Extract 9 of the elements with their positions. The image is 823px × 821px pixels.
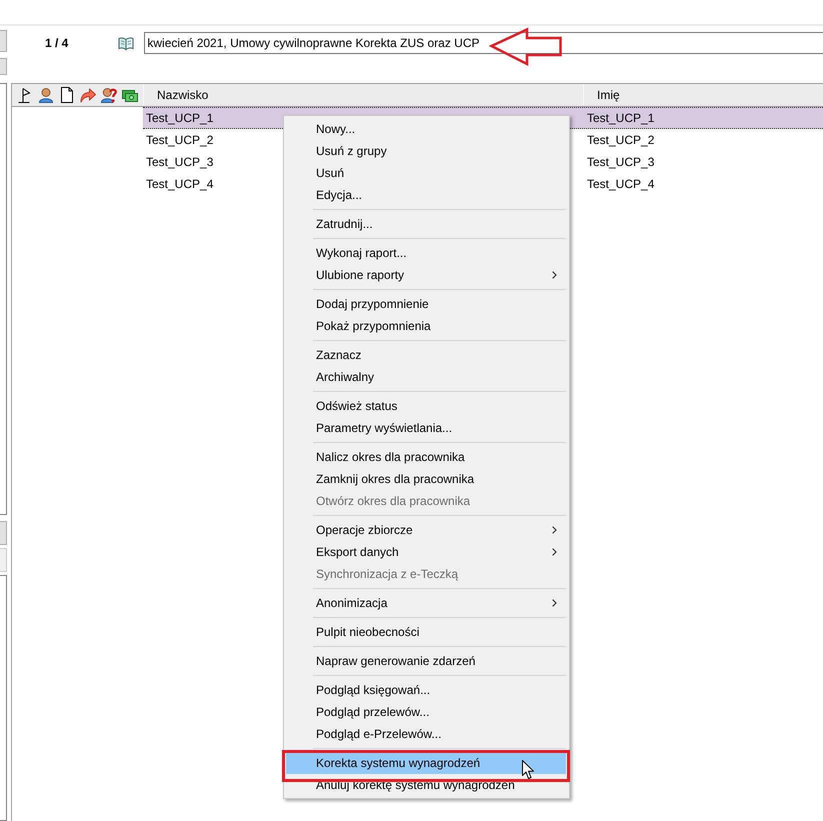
- record-counter: 1 / 4: [45, 35, 68, 52]
- table-cell-text: Test_UCP_4: [146, 176, 214, 193]
- table-cell-text: Test_UCP_3: [146, 154, 214, 171]
- table-cell-text: Test_UCP_3: [587, 154, 654, 171]
- table-cell-text: Test_UCP_1: [587, 110, 654, 127]
- table-cell-text: Test_UCP_4: [587, 176, 654, 193]
- table-cell-text: Test_UCP_2: [146, 132, 214, 149]
- table-cell-text: Test_UCP_2: [587, 132, 654, 149]
- table-cell-text: Test_UCP_1: [146, 110, 214, 127]
